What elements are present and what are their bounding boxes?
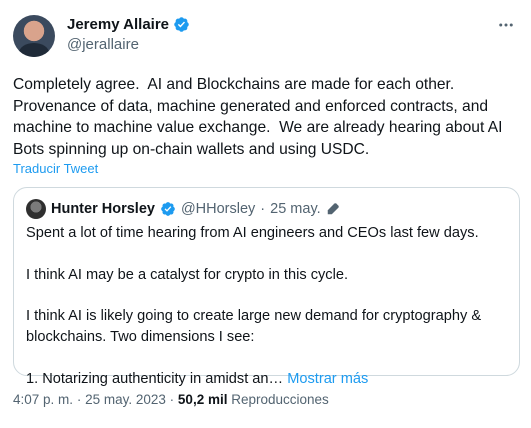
author-name-row[interactable]: Jeremy Allaire bbox=[67, 16, 190, 33]
tweet-date[interactable]: 25 may. 2023 bbox=[85, 392, 166, 407]
quoted-tweet-header: Hunter Horsley @HHorsley · 25 may. bbox=[26, 199, 340, 219]
separator-dot: · bbox=[76, 392, 82, 407]
tweet-time[interactable]: 4:07 p. m. bbox=[13, 392, 73, 407]
avatar[interactable] bbox=[13, 15, 55, 57]
quoted-avatar[interactable] bbox=[26, 199, 46, 219]
views-count: 50,2 mil bbox=[177, 392, 228, 407]
more-dots-icon bbox=[499, 23, 513, 27]
pencil-edit-icon bbox=[327, 203, 339, 215]
quoted-text-body: Spent a lot of time hearing from AI engi… bbox=[26, 225, 482, 387]
quoted-tweet-card[interactable]: Hunter Horsley @HHorsley · 25 may. Spent… bbox=[13, 187, 520, 387]
views-label: Reproducciones bbox=[231, 392, 329, 407]
author-block: Jeremy Allaire @jerallaire bbox=[67, 16, 190, 53]
verified-badge-icon bbox=[161, 202, 175, 216]
quoted-date[interactable]: 25 may. bbox=[270, 201, 321, 217]
show-more-link[interactable]: Mostrar más bbox=[287, 371, 368, 387]
translate-tweet-link[interactable]: Traducir Tweet bbox=[13, 161, 98, 176]
quoted-author-handle[interactable]: @HHorsley bbox=[181, 201, 255, 217]
tweet-text: Completely agree. AI and Blockchains are… bbox=[13, 76, 503, 158]
quoted-tweet-text: Spent a lot of time hearing from AI engi… bbox=[26, 223, 506, 389]
quoted-author-name[interactable]: Hunter Horsley bbox=[51, 201, 155, 217]
author-handle[interactable]: @jerallaire bbox=[67, 36, 190, 53]
separator-dot: · bbox=[169, 392, 175, 407]
author-name[interactable]: Jeremy Allaire bbox=[67, 16, 169, 33]
tweet-meta: 4:07 p. m. · 25 may. 2023 · 50,2 mil Rep… bbox=[13, 392, 329, 407]
verified-badge-icon bbox=[174, 17, 189, 32]
more-options-button[interactable] bbox=[495, 14, 517, 36]
separator-dot: · bbox=[260, 201, 266, 217]
